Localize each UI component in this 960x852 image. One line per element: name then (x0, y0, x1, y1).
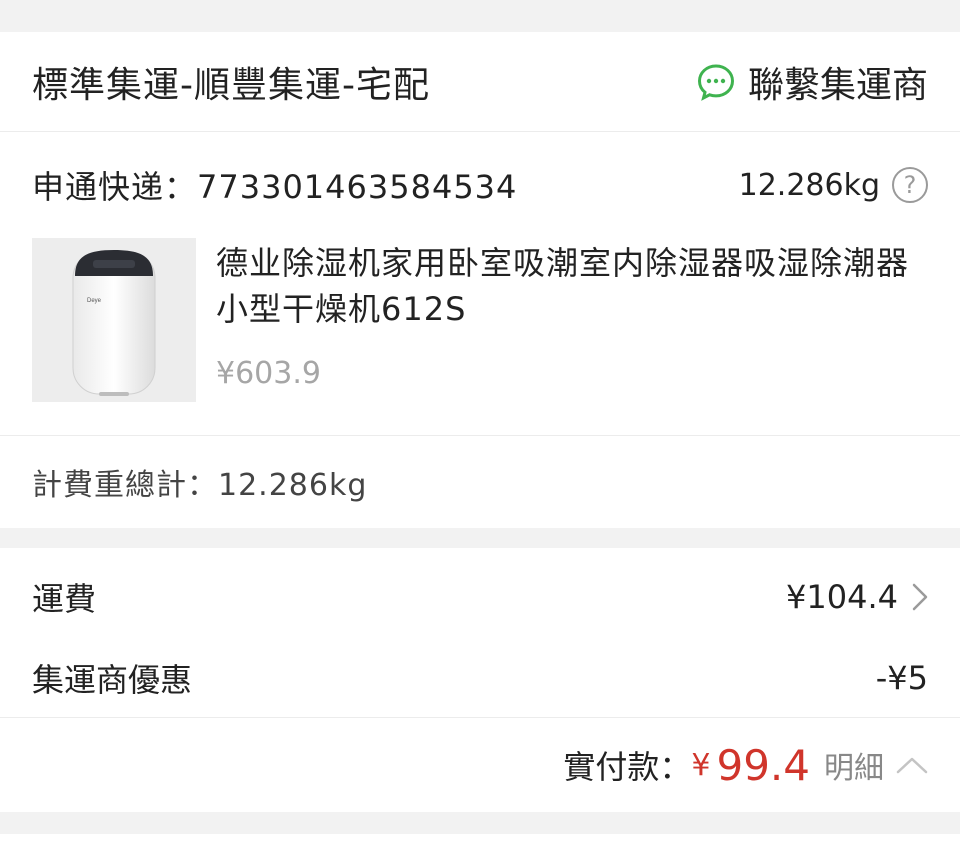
detail-label: 明細 (824, 751, 884, 786)
product-image: Deye (32, 238, 196, 402)
total-currency: ¥ (691, 747, 711, 783)
freight-row[interactable]: 運費 ¥104.4 (0, 548, 960, 638)
top-spacer (0, 0, 960, 32)
total-label: 實付款： (563, 748, 692, 786)
contact-forwarder-button[interactable]: 聯繫集運商 (696, 56, 928, 108)
tracking-row: 申通快递：773301463584534 12.286kg ? (0, 132, 960, 238)
contact-forwarder-label: 聯繫集運商 (747, 64, 928, 106)
shipping-method-title: 標準集運-順豐集運-宅配 (32, 64, 430, 106)
product-item[interactable]: Deye 德业除湿机家用卧室吸潮室内除湿器吸湿除潮器小型干燥机612S ¥603… (0, 238, 960, 436)
section-spacer (0, 528, 960, 548)
product-info: 德业除湿机家用卧室吸潮室内除湿器吸湿除潮器小型干燥机612S ¥603.9 (216, 238, 916, 405)
product-name[interactable]: 德业除湿机家用卧室吸潮室内除湿器吸湿除潮器小型干燥机612S (216, 240, 916, 332)
chevron-right-icon (912, 583, 928, 611)
chevron-up-icon (896, 757, 928, 774)
discount-row: 集運商優惠 -¥5 (0, 638, 960, 718)
total-row: 實付款： ¥ 99.4 明細 (0, 718, 960, 812)
freight-label: 運費 (32, 580, 97, 618)
fee-card: 運費 ¥104.4 集運商優惠 -¥5 實付款： ¥ 99.4 明細 (0, 548, 960, 812)
discount-value: -¥5 (875, 658, 928, 697)
product-price: ¥603.9 (216, 356, 321, 391)
next-card-peek (0, 834, 960, 852)
package-weight-group: 12.286kg ? (739, 167, 928, 203)
detail-toggle-button[interactable]: 明細 (824, 743, 928, 787)
total-amount: 99.4 (716, 740, 810, 790)
chat-bubble-icon (697, 63, 734, 101)
freight-value: ¥104.4 (786, 578, 898, 616)
svg-text:Deye: Deye (87, 298, 102, 304)
question-circle-icon[interactable]: ? (892, 167, 928, 203)
billable-weight-total: 計費重總計：12.286kg (32, 468, 368, 503)
package-weight: 12.286kg (738, 167, 880, 203)
bottom-spacer (0, 812, 960, 834)
shipping-header: 標準集運-順豐集運-宅配 聯繫集運商 (0, 32, 960, 132)
freight-value-group: ¥104.4 (786, 578, 928, 616)
dehumidifier-illustration: Deye (72, 250, 156, 396)
tracking-number: 申通快递：773301463584534 (32, 168, 518, 206)
discount-label: 集運商優惠 (32, 660, 193, 699)
shipment-card: 標準集運-順豐集運-宅配 聯繫集運商 申通快递：773301463584534 … (0, 32, 960, 528)
